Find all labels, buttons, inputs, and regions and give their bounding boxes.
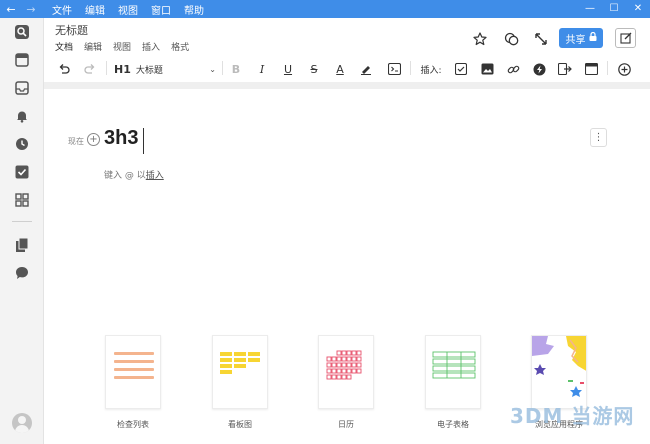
doc-menu-insert[interactable]: 插入 (142, 40, 160, 53)
heading-select[interactable]: H1 大标题 ⌄ (114, 60, 216, 78)
toolbar-divider (410, 61, 411, 75)
template-calendar-card[interactable] (318, 335, 374, 409)
compose-icon (619, 29, 632, 48)
avatar[interactable] (12, 413, 32, 433)
doc-menu-document[interactable]: 文档 (55, 40, 73, 53)
heading-prefix: H1 (114, 62, 131, 76)
doc-menu-edit[interactable]: 编辑 (84, 40, 102, 53)
template-kanban-card[interactable] (212, 335, 268, 409)
add-circle-icon[interactable] (616, 60, 632, 78)
embed-icon[interactable] (557, 60, 573, 78)
star-icon[interactable] (472, 31, 488, 47)
share-button[interactable]: 共享 (559, 28, 603, 48)
insert-hint-link[interactable]: 插入 (146, 171, 164, 181)
window-controls: — ☐ ✕ (578, 0, 650, 18)
calendar-icon[interactable] (14, 52, 30, 68)
clock-icon[interactable] (14, 136, 30, 152)
sidebar (0, 18, 44, 444)
heading-text[interactable]: 3h3 (104, 127, 138, 150)
toolbar-divider (106, 61, 107, 75)
back-arrow-icon[interactable]: ← (4, 3, 18, 16)
calendar-grid-icon (326, 350, 362, 380)
checkbox-insert-icon[interactable] (453, 60, 469, 78)
format-toolbar: H1 大标题 ⌄ B I U S A 插入: (44, 56, 650, 82)
chat-icon[interactable] (14, 265, 30, 281)
template-checklist-label: 检查列表 (117, 420, 149, 429)
window-icon[interactable] (583, 60, 599, 78)
underline-button[interactable]: U (280, 60, 296, 78)
template-app-browser-card[interactable] (531, 335, 587, 409)
template-kanban-label: 看板图 (228, 420, 252, 429)
link-icon[interactable] (505, 60, 521, 78)
app-menu: 文件 编辑 视图 窗口 帮助 (52, 2, 217, 17)
template-spreadsheet-card[interactable] (425, 335, 481, 409)
menu-help[interactable]: 帮助 (184, 2, 204, 17)
toolbar-divider (607, 61, 608, 75)
template-calendar-label: 日历 (338, 420, 354, 429)
document-title[interactable]: 无标题 (55, 22, 88, 38)
insert-hint: 键入 @ 以插入 (104, 168, 164, 181)
bold-button[interactable]: B (228, 60, 244, 78)
lightning-icon[interactable] (531, 60, 547, 78)
heading-label: 大标题 (135, 65, 163, 76)
toolbar-strip (44, 82, 650, 89)
forward-arrow-icon[interactable]: → (24, 3, 38, 16)
insert-hint-text: 键入 @ 以 (104, 171, 146, 181)
inbox-icon[interactable] (14, 80, 30, 96)
menu-file[interactable]: 文件 (52, 2, 72, 17)
font-color-button[interactable]: A (332, 60, 348, 78)
template-spreadsheet-label: 电子表格 (437, 420, 469, 429)
spreadsheet-grid-icon (432, 351, 476, 379)
minimize-button[interactable]: — (578, 0, 602, 18)
highlight-icon[interactable] (358, 60, 374, 78)
expand-icon[interactable] (533, 31, 549, 47)
compose-button[interactable] (615, 28, 636, 48)
timestamp-label: 现在 (68, 137, 84, 146)
chevron-down-icon: ⌄ (209, 64, 216, 74)
grid-icon[interactable] (14, 192, 30, 208)
insert-label: 插入: (420, 65, 442, 76)
lock-icon (589, 31, 597, 44)
image-icon[interactable] (479, 60, 495, 78)
template-checklist-card[interactable] (105, 335, 161, 409)
toolbar-divider (222, 61, 223, 75)
document-menu: 文档 编辑 视图 插入 格式 (55, 40, 200, 53)
checkbox-icon[interactable] (14, 164, 30, 180)
app-browser-art-icon (532, 336, 586, 397)
undo-icon[interactable] (56, 60, 72, 78)
doc-menu-view[interactable]: 视图 (113, 40, 131, 53)
sidebar-divider (12, 221, 32, 222)
menu-window[interactable]: 窗口 (151, 2, 171, 17)
strikethrough-button[interactable]: S (306, 60, 322, 78)
maximize-button[interactable]: ☐ (602, 0, 626, 18)
title-bar: ← → 文件 编辑 视图 窗口 帮助 — ☐ ✕ (0, 0, 650, 18)
menu-edit[interactable]: 编辑 (85, 2, 105, 17)
comments-icon[interactable] (503, 31, 519, 47)
bell-icon[interactable] (14, 108, 30, 124)
menu-view[interactable]: 视图 (118, 2, 138, 17)
share-label: 共享 (565, 34, 586, 46)
search-icon[interactable] (14, 24, 30, 40)
italic-button[interactable]: I (254, 60, 270, 78)
documents-icon[interactable] (14, 237, 30, 253)
more-options-icon[interactable]: ⋮ (590, 128, 607, 147)
add-block-icon[interactable]: + (87, 133, 100, 146)
text-caret (143, 128, 144, 154)
watermark: 3DM 当游网 (510, 404, 635, 428)
redo-icon[interactable] (82, 60, 98, 78)
doc-menu-format[interactable]: 格式 (171, 40, 189, 53)
code-block-icon[interactable] (386, 60, 402, 78)
close-button[interactable]: ✕ (626, 0, 650, 18)
